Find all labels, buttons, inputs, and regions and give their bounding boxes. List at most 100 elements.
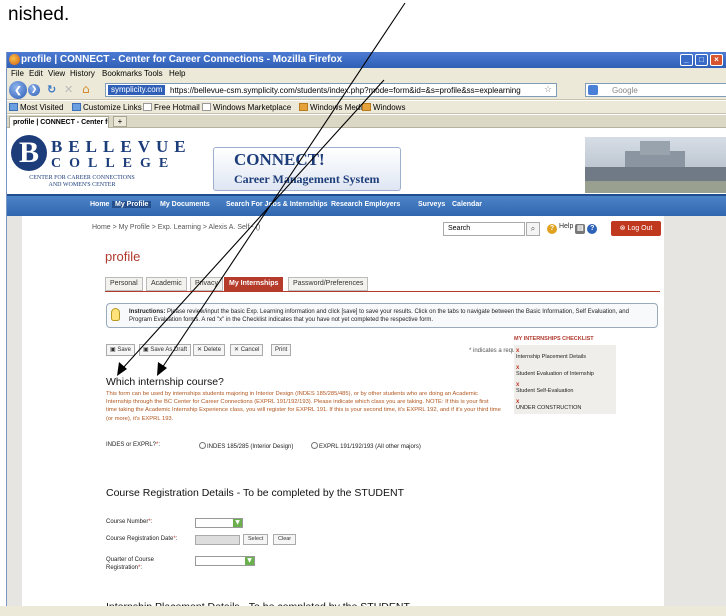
bookmark-windows[interactable]: Windows (362, 103, 405, 112)
menu-help[interactable]: Help (169, 69, 185, 78)
college-logo[interactable]: B (11, 135, 47, 171)
search-input[interactable]: Search (443, 222, 525, 236)
window-title: profile | CONNECT - Center for Career Co… (21, 54, 343, 65)
printer-icon[interactable]: ▤ (575, 224, 586, 234)
help-label[interactable]: Help (559, 223, 573, 230)
tab-academic[interactable]: Academic (146, 277, 187, 291)
close-icon[interactable]: × (710, 54, 723, 66)
caption-text: nished. (8, 4, 70, 25)
main-content: Home > My Profile > Exp. Learning > Alex… (22, 216, 664, 616)
screenshot: nished. profile | CONNECT - Center for C… (0, 0, 726, 616)
nav-my-profile[interactable]: My Profile (112, 201, 152, 208)
menu-file[interactable]: File (11, 69, 24, 78)
checklist-item[interactable]: x Student Self-Evaluation (516, 382, 614, 394)
menu-bar: File Edit View History Bookmarks Tools H… (7, 68, 726, 80)
url-text: https://bellevue-csm.symplicity.com/stud… (170, 86, 521, 95)
internship-course-description: This form can be used by internships stu… (106, 391, 501, 422)
status-bar (0, 606, 726, 616)
delete-button[interactable]: ✕ Delete (193, 344, 226, 356)
radio-option-exprl[interactable]: EXPRL 191/192/193 (All other majors) (311, 442, 421, 450)
checklist-title: MY INTERNSHIPS CHECKLIST (514, 336, 594, 342)
magnifier-icon[interactable]: ⌕ (526, 222, 540, 236)
logout-button[interactable]: ⊗ Log Out (611, 221, 661, 236)
maximize-icon[interactable]: □ (695, 54, 708, 66)
quarter-label: Quarter of Course Registration*: (106, 557, 155, 571)
forward-arrow-icon[interactable]: ❯ (28, 84, 40, 96)
radio-indes[interactable] (199, 442, 206, 449)
minimize-icon[interactable]: _ (680, 54, 693, 66)
checklist-box: x Internship Placement Details x Student E… (514, 345, 616, 414)
connect-subtitle: Career Management System (234, 172, 380, 186)
menu-bookmarks[interactable]: Bookmarks (102, 69, 142, 78)
menu-tools[interactable]: Tools (144, 69, 163, 78)
nav-calendar[interactable]: Calendar (452, 201, 482, 208)
breadcrumb: Home > My Profile > Exp. Learning > Alex… (92, 224, 261, 231)
info-icon[interactable]: ? (587, 224, 598, 234)
tab-privacy[interactable]: Privacy (190, 277, 223, 291)
bookmark-most-visited[interactable]: Most Visited (9, 103, 63, 112)
navigation-toolbar: ❮ ❯ ↻ ✕ ⌂ symplicity.com https://bellevu… (7, 80, 726, 100)
save-icon: ▣ (110, 347, 116, 353)
cancel-icon: ✕ (234, 347, 240, 353)
power-icon: ⊗ (619, 225, 626, 232)
tab-personal[interactable]: Personal (105, 277, 143, 291)
menu-edit[interactable]: Edit (29, 69, 43, 78)
stop-icon[interactable]: ✕ (64, 83, 73, 96)
radio-option-indes[interactable]: INDES 185/285 (Interior Design) (199, 442, 293, 450)
college-name-line1: BELLEVUE (51, 137, 192, 156)
google-icon[interactable] (588, 85, 598, 95)
tab-divider (105, 291, 660, 292)
page-icon (202, 103, 211, 111)
course-number-label: Course Number*: (106, 519, 153, 525)
address-bar[interactable]: symplicity.com https://bellevue-csm.symp… (105, 83, 557, 97)
nav-surveys[interactable]: Surveys (418, 201, 445, 208)
back-arrow-icon[interactable]: ❮ (9, 81, 27, 99)
home-icon[interactable]: ⌂ (82, 82, 90, 96)
nav-home[interactable]: Home (90, 201, 109, 208)
reload-icon[interactable]: ↻ (47, 83, 56, 96)
course-number-select[interactable]: ▼ (195, 518, 243, 528)
registration-date-label: Course Registration Date*: (106, 536, 178, 542)
tab-my-internships[interactable]: My Internships (224, 277, 284, 291)
cancel-button[interactable]: ✕ Cancel (230, 344, 264, 356)
date-clear-button[interactable]: Clear (273, 534, 297, 545)
nav-search-jobs[interactable]: Search For Jobs & Internships (226, 201, 328, 208)
menu-view[interactable]: View (48, 69, 65, 78)
web-page: B BELLEVUE COLLEGE CENTER FOR CAREER CON… (7, 129, 726, 616)
site-identity-badge[interactable]: symplicity.com (108, 85, 166, 95)
bookmark-icon (72, 103, 81, 111)
radio-exprl[interactable] (311, 442, 318, 449)
browser-tab-profile[interactable]: profile | CONNECT - Center for C... (9, 116, 109, 128)
tab-strip: profile | CONNECT - Center for C... + (7, 115, 726, 128)
date-select-button[interactable]: Select (243, 534, 269, 545)
chevron-down-icon: ▼ (233, 519, 242, 527)
connect-title: CONNECT! (234, 150, 325, 169)
browser-window: profile | CONNECT - Center for Career Co… (6, 52, 726, 616)
search-box[interactable]: Google (585, 83, 726, 97)
bookmark-windows-marketplace[interactable]: Windows Marketplace (202, 103, 291, 112)
print-button[interactable]: Print (271, 344, 292, 356)
page-icon (143, 103, 152, 111)
help-icon[interactable]: ? (547, 224, 557, 234)
checklist-item[interactable]: x Student Evaluation of Internship (516, 365, 614, 377)
save-button[interactable]: ▣ Save (106, 344, 136, 356)
save-as-draft-button[interactable]: ▣ Save As Draft (139, 344, 192, 356)
menu-history[interactable]: History (70, 69, 95, 78)
checklist-item[interactable]: x Internship Placement Details (516, 348, 614, 360)
bookmark-windows-media[interactable]: Windows Media (299, 103, 366, 112)
bookmark-customize-links[interactable]: Customize Links (72, 103, 142, 112)
nav-my-documents[interactable]: My Documents (160, 201, 210, 208)
tab-password-preferences[interactable]: Password/Preferences (288, 277, 369, 291)
checklist-item[interactable]: x UNDER CONSTRUCTION (516, 399, 614, 411)
chevron-down-icon: ▼ (245, 557, 254, 565)
bookmark-star-icon[interactable]: ☆ (544, 84, 552, 95)
college-name-line2: COLLEGE (51, 156, 177, 171)
save-icon: ▣ (143, 347, 149, 353)
nav-research-employers[interactable]: Research Employers (331, 201, 400, 208)
section-title-course-registration: Course Registration Details - To be comp… (106, 487, 405, 499)
registration-date-input[interactable] (195, 535, 240, 545)
indes-exprl-label: INDES or EXPRL?*: (106, 442, 161, 448)
bookmark-free-hotmail[interactable]: Free Hotmail (143, 103, 200, 112)
quarter-select[interactable]: ▼ (195, 556, 255, 566)
new-tab-button[interactable]: + (113, 116, 127, 127)
